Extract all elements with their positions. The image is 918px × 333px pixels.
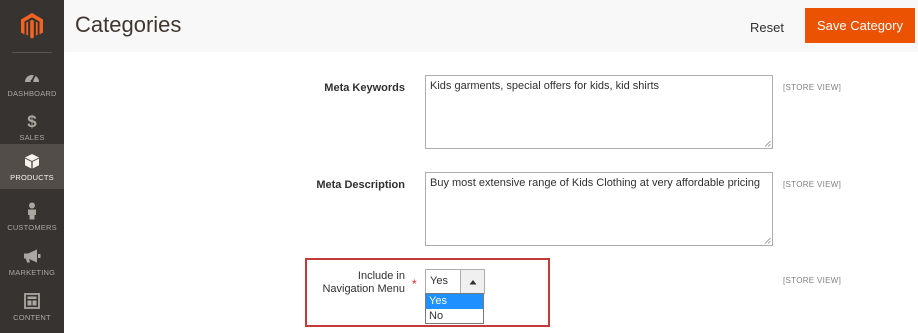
option-yes[interactable]: Yes xyxy=(426,294,483,309)
person-icon xyxy=(23,202,41,220)
meta-keywords-label: Meta Keywords xyxy=(324,82,405,94)
store-view-scope: [STORE VIEW] xyxy=(783,83,842,92)
sidebar-item-content[interactable]: CONTENT xyxy=(0,284,64,329)
meta-description-label: Meta Description xyxy=(316,179,405,191)
sidebar-item-marketing[interactable]: MARKETING xyxy=(0,239,64,284)
megaphone-icon xyxy=(23,247,41,265)
sidebar-item-label: PRODUCTS xyxy=(10,172,54,182)
sidebar-item-label: DASHBOARD xyxy=(7,88,57,98)
include-in-menu-label: Include in Navigation Menu xyxy=(300,270,405,295)
resize-grip-icon[interactable] xyxy=(764,140,771,147)
sidebar-item-label: CUSTOMERS xyxy=(7,222,57,232)
sidebar-item-customers[interactable]: CUSTOMERS xyxy=(0,194,64,239)
logo-divider xyxy=(12,52,52,53)
meta-keywords-textarea[interactable]: Kids garments, special offers for kids, … xyxy=(425,75,773,149)
sidebar-item-sales[interactable]: $ SALES xyxy=(0,104,64,149)
triangle-up-icon[interactable] xyxy=(460,270,484,293)
meta-description-textarea[interactable]: Buy most extensive range of Kids Clothin… xyxy=(425,172,773,246)
speedometer-icon xyxy=(23,68,41,86)
sidebar-item-label: CONTENT xyxy=(13,312,51,322)
page-header: Categories Reset Save Category xyxy=(64,0,918,52)
store-view-scope: [STORE VIEW] xyxy=(783,180,842,189)
page-title: Categories xyxy=(75,12,182,37)
sidebar-item-products[interactable]: PRODUCTS xyxy=(0,144,64,189)
cube-icon xyxy=(23,152,41,170)
required-asterisk: * xyxy=(412,277,417,291)
magento-logo-icon[interactable] xyxy=(0,0,64,52)
store-view-scope: [STORE VIEW] xyxy=(783,276,842,285)
include-in-menu-label-line1: Include in xyxy=(357,270,405,282)
include-in-menu-label-line2: Navigation Menu xyxy=(322,283,405,295)
sidebar-item-dashboard[interactable]: DASHBOARD xyxy=(0,60,64,105)
layout-icon xyxy=(23,292,41,310)
svg-text:$: $ xyxy=(27,112,37,130)
dollar-icon: $ xyxy=(23,112,41,130)
admin-sidebar: DASHBOARD $ SALES PRODUCTS CUSTOMERS MAR… xyxy=(0,0,64,333)
include-in-menu-options: Yes No xyxy=(425,293,484,324)
sidebar-item-label: SALES xyxy=(19,132,45,142)
resize-grip-icon[interactable] xyxy=(764,237,771,244)
sidebar-item-label: MARKETING xyxy=(8,267,56,277)
save-category-button[interactable]: Save Category xyxy=(805,8,915,43)
include-in-menu-select[interactable]: Yes xyxy=(425,269,485,294)
select-current-value: Yes xyxy=(430,275,448,287)
reset-button[interactable]: Reset xyxy=(739,12,795,42)
option-no[interactable]: No xyxy=(426,309,483,324)
